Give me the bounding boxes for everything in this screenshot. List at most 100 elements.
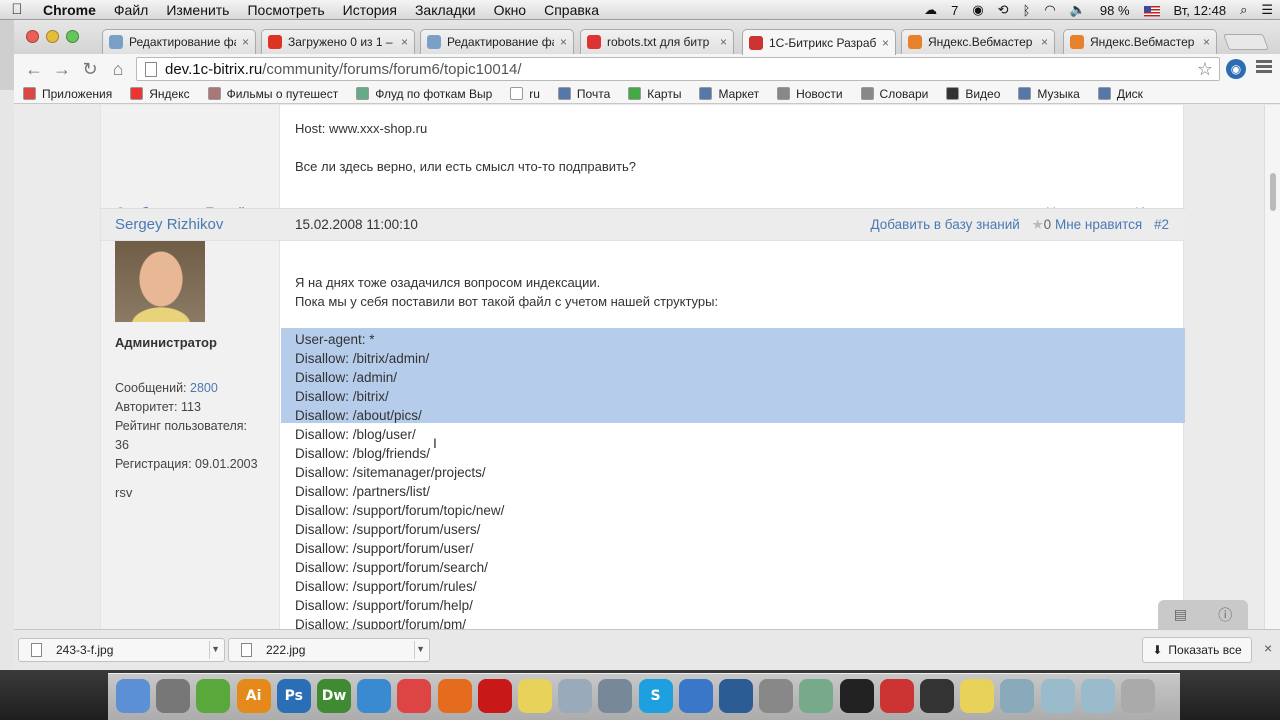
volume-icon[interactable]: 🔈 — [1063, 2, 1093, 18]
chevron-down-icon[interactable]: ▼ — [416, 644, 425, 654]
bookmark-item[interactable]: Карты — [619, 87, 690, 101]
back-arrow-icon[interactable]: ← — [20, 59, 48, 80]
like-link[interactable]: Мне нравится — [1055, 217, 1142, 232]
apps-folder-icon[interactable] — [1040, 679, 1075, 713]
author-avatar[interactable] — [115, 241, 205, 322]
time-machine-icon[interactable]: ⟲ — [991, 2, 1016, 18]
system-prefs-icon[interactable] — [759, 679, 794, 713]
finder-icon[interactable] — [116, 679, 150, 713]
close-window-button[interactable] — [26, 30, 39, 43]
reload-icon[interactable]: ↻ — [76, 59, 104, 80]
info-icon[interactable]: ⓘ — [1218, 605, 1232, 625]
firefox-icon[interactable] — [437, 679, 472, 713]
bookmark-item[interactable]: Почта — [549, 87, 619, 101]
browser-tab[interactable]: robots.txt для битр × — [580, 29, 734, 54]
launchpad-icon[interactable] — [156, 679, 191, 713]
close-tab-icon[interactable]: × — [720, 35, 727, 49]
close-downloads-icon[interactable]: × — [1264, 640, 1272, 656]
menu-bookmarks[interactable]: Закладки — [406, 2, 485, 18]
frog-icon[interactable] — [196, 679, 231, 713]
adobe-status-icon[interactable]: 7 — [944, 3, 965, 18]
chrome-icon[interactable] — [397, 679, 432, 713]
bookmark-item[interactable]: ru — [501, 87, 549, 101]
bookmark-item[interactable]: Словари — [852, 87, 938, 101]
chrome-menu-icon[interactable] — [1256, 60, 1272, 75]
menu-view[interactable]: Посмотреть — [238, 2, 333, 18]
browser-tab[interactable]: 1С-Битрикс Разраб × — [742, 29, 896, 55]
bookmark-item[interactable]: Приложения — [14, 87, 121, 101]
messages-count-link[interactable]: 2800 — [190, 381, 218, 395]
input-source-flag-icon[interactable] — [1137, 3, 1167, 18]
menu-history[interactable]: История — [334, 2, 406, 18]
menu-window[interactable]: Окно — [485, 2, 536, 18]
script-icon[interactable] — [598, 679, 633, 713]
zoom-window-button[interactable] — [66, 30, 79, 43]
add-to-knowledge-base-link[interactable]: Добавить в базу знаний — [870, 217, 1019, 232]
browser-tab[interactable]: Яндекс.Вебмастер × — [1063, 29, 1217, 54]
scrollbar-thumb[interactable] — [1270, 173, 1276, 211]
xcode-icon[interactable] — [799, 679, 834, 713]
docs-folder-icon[interactable] — [1080, 679, 1115, 713]
dreamweaver-icon[interactable]: Dw — [317, 679, 351, 713]
bookmark-item[interactable]: Диск — [1089, 87, 1152, 101]
record-icon[interactable]: ◉ — [965, 2, 990, 18]
home-icon[interactable]: ⌂ — [104, 59, 132, 80]
menu-edit[interactable]: Изменить — [157, 2, 238, 18]
download-item[interactable]: 243-3-f.jpg ▼ — [18, 638, 225, 662]
post-number-link[interactable]: #2 — [1154, 217, 1169, 232]
close-tab-icon[interactable]: × — [882, 36, 889, 50]
bookmark-item[interactable]: Музыка — [1009, 87, 1088, 101]
safari-icon[interactable] — [357, 679, 392, 713]
quicktime-icon[interactable] — [719, 679, 753, 713]
spotlight-icon[interactable]: ⌕ — [1233, 2, 1254, 18]
illustrator-icon[interactable]: Ai — [236, 679, 271, 713]
bookmark-item[interactable]: Видео — [937, 87, 1009, 101]
close-tab-icon[interactable]: × — [1041, 35, 1048, 49]
utilities-folder-icon[interactable] — [1000, 679, 1035, 713]
parallels-icon[interactable] — [879, 679, 914, 713]
notification-center-icon[interactable]: ☰ — [1254, 2, 1280, 18]
opera-icon[interactable] — [477, 679, 512, 713]
trash-icon[interactable] — [1121, 679, 1155, 713]
menu-file[interactable]: Файл — [105, 2, 157, 18]
forward-arrow-icon[interactable]: → — [48, 59, 76, 80]
page-scrollbar[interactable] — [1264, 105, 1280, 629]
browser-tab[interactable]: Редактирование фа × — [420, 29, 574, 54]
terminal-icon[interactable] — [839, 679, 874, 713]
bookmark-item[interactable]: Фильмы о путешест — [199, 87, 348, 101]
browser-tab[interactable]: Загружено 0 из 1 – × — [261, 29, 415, 54]
minimize-window-button[interactable] — [46, 30, 59, 43]
bookmark-star-icon[interactable]: ☆ — [1197, 59, 1213, 80]
browser-tab[interactable]: Редактирование фа × — [102, 29, 256, 54]
bookmark-item[interactable]: Новости — [768, 87, 851, 101]
bookmark-item[interactable]: Маркет — [690, 87, 768, 101]
preview-icon[interactable] — [558, 679, 593, 713]
stickies-icon[interactable] — [518, 679, 552, 713]
notes-icon[interactable] — [960, 679, 995, 713]
cloud-status-icon[interactable]: ☁ — [917, 2, 944, 18]
menu-help[interactable]: Справка — [535, 2, 608, 18]
apple-menu-icon[interactable]:  — [0, 1, 34, 18]
comment-icon[interactable]: ▤ — [1174, 606, 1187, 623]
post-author-link[interactable]: Sergey Rizhikov — [115, 216, 223, 233]
close-tab-icon[interactable]: × — [242, 35, 249, 49]
show-all-downloads-button[interactable]: ⬇ Показать все — [1142, 637, 1252, 663]
skype-icon[interactable]: S — [638, 679, 673, 713]
itunes-icon[interactable] — [678, 679, 713, 713]
bluetooth-icon[interactable]: ᛒ — [1016, 3, 1038, 18]
photoshop-icon[interactable]: Ps — [276, 679, 311, 713]
download-item[interactable]: 222.jpg ▼ — [228, 638, 430, 662]
address-bar[interactable]: dev.1c-bitrix.ru/community/forums/forum6… — [136, 57, 1220, 81]
close-tab-icon[interactable]: × — [401, 35, 408, 49]
close-tab-icon[interactable]: × — [1203, 35, 1210, 49]
browser-tab[interactable]: Яндекс.Вебмастер × — [901, 29, 1055, 54]
menu-chrome[interactable]: Chrome — [34, 2, 105, 18]
bookmark-item[interactable]: Флуд по фоткам Выр — [347, 87, 501, 101]
clock[interactable]: Вт, 12:48 — [1167, 3, 1234, 18]
extension-icon[interactable]: ◉ — [1226, 59, 1246, 79]
bookmark-item[interactable]: Яндекс — [121, 87, 198, 101]
battery-level[interactable]: 98 % — [1093, 3, 1137, 18]
new-tab-button[interactable] — [1223, 34, 1269, 50]
chevron-down-icon[interactable]: ▼ — [211, 644, 220, 654]
wifi-icon[interactable]: ◠ — [1037, 2, 1062, 18]
